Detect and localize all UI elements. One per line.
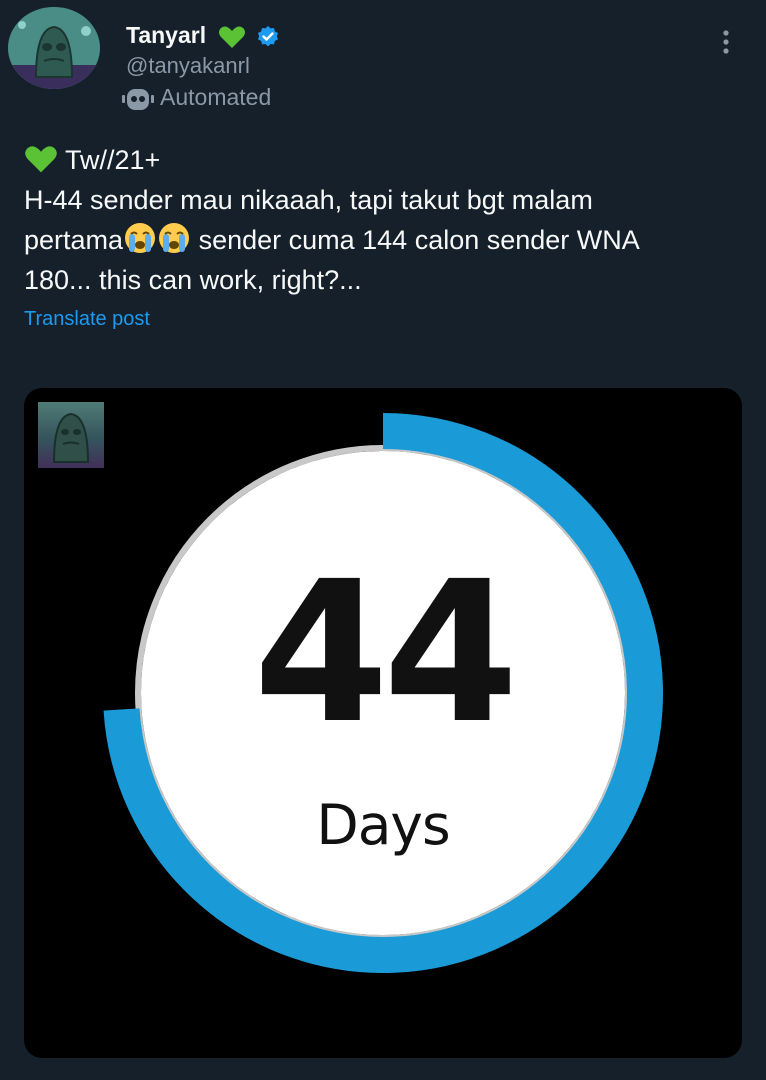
post-line-4: 180... this can work, right?... — [24, 265, 362, 295]
content-warning: Tw//21+ — [65, 145, 161, 175]
verified-badge-icon[interactable] — [256, 25, 280, 49]
author-handle[interactable]: @tanyakanrl — [126, 53, 250, 79]
author-avatar[interactable] — [8, 7, 100, 89]
author-display-name[interactable]: Tanyarl — [126, 22, 206, 49]
countdown-value: 44 — [253, 539, 518, 766]
automated-label: Automated — [160, 84, 272, 110]
tweet-post: Tanyarl @tanyakanrl Automated Tw//21+ H-… — [0, 0, 766, 1080]
green-heart-icon — [25, 146, 57, 173]
more-options-icon[interactable] — [716, 28, 736, 58]
bot-icon — [122, 89, 154, 110]
translate-post-link[interactable]: Translate post — [24, 308, 150, 331]
post-line-3-rest: sender cuma 144 calon sender WNA — [191, 225, 640, 255]
post-line-3-text: pertama — [24, 225, 124, 255]
post-line-3: pertama sender cuma 144 calon sender WNA — [24, 220, 744, 260]
countdown-unit: Days — [316, 793, 450, 857]
post-line-1: Tw//21+ — [24, 140, 744, 180]
loudly-crying-face-icon — [125, 223, 156, 253]
post-text: Tw//21+ H-44 sender mau nikaaah, tapi ta… — [24, 140, 744, 300]
loudly-crying-face-icon — [159, 223, 190, 253]
avatar-image — [8, 7, 100, 89]
green-heart-icon — [219, 26, 245, 48]
post-line-2: H-44 sender mau nikaaah, tapi takut bgt … — [24, 185, 593, 215]
post-media-image[interactable]: 44 Days — [24, 388, 742, 1058]
